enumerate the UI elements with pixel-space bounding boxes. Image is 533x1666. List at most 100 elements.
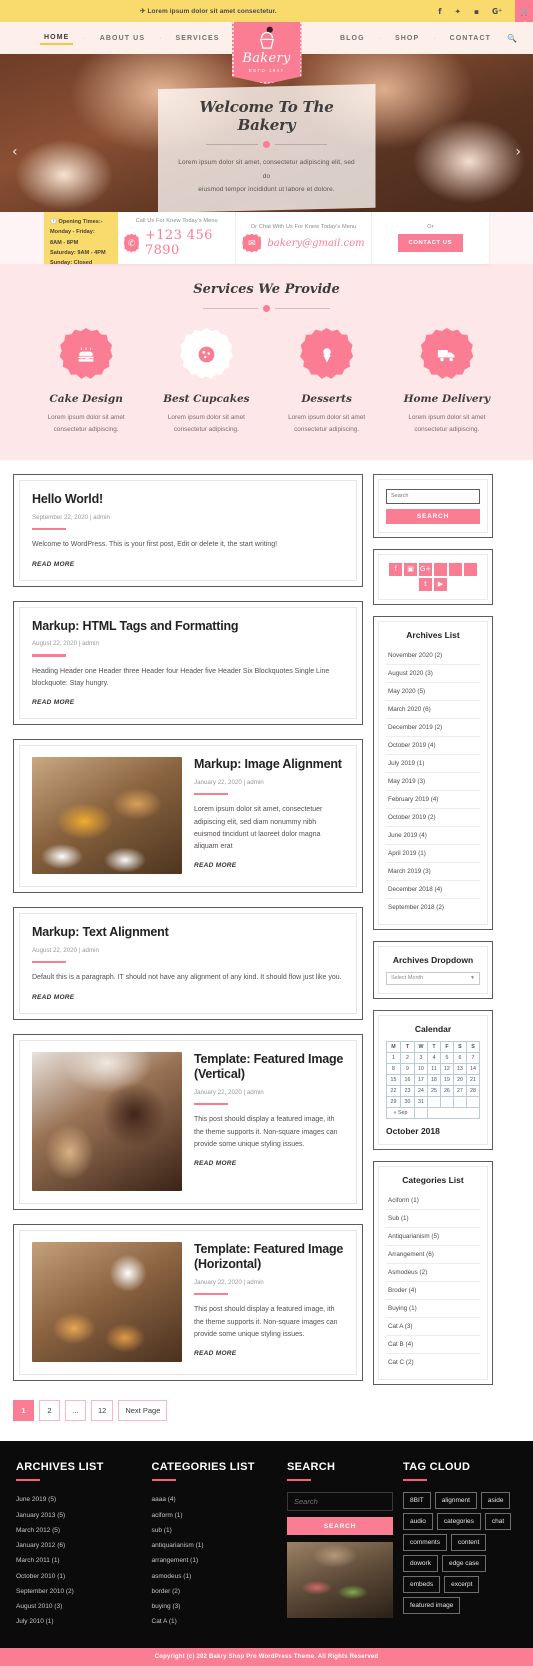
tumblr-icon[interactable]: t — [419, 577, 432, 591]
service-card-best-cupcakes[interactable]: Best Cupcakes Lorem ipsum dolor sit amet… — [146, 328, 266, 436]
youtube-icon[interactable]: ▪ — [474, 7, 479, 16]
post-title[interactable]: Template: Featured Image (Vertical) — [194, 1052, 344, 1083]
tag-item[interactable]: edge case — [441, 1555, 486, 1573]
calendar-day[interactable]: 29 — [386, 1095, 401, 1108]
site-logo[interactable]: Bakery ESTD 1947 — [231, 22, 302, 84]
tag-item[interactable]: chat — [484, 1513, 512, 1531]
calendar-day[interactable]: 8 — [386, 1062, 401, 1075]
calendar-day[interactable]: 9 — [399, 1062, 415, 1075]
read-more-link[interactable]: READ MORE — [194, 862, 344, 869]
search-icon[interactable]: 🔍 — [507, 34, 517, 43]
calendar-day[interactable]: 11 — [426, 1062, 441, 1075]
instagram-icon[interactable]: ▣ — [404, 562, 417, 576]
calendar-day[interactable]: 30 — [399, 1095, 415, 1108]
calendar-day[interactable]: 16 — [399, 1073, 415, 1086]
list-item[interactable]: May 2019 (3) — [386, 773, 480, 791]
tag-item[interactable]: aside — [480, 1492, 511, 1510]
list-item[interactable]: April 2019 (1) — [386, 845, 480, 863]
next-page-button[interactable]: Next Page — [118, 1399, 168, 1421]
footer-list-item[interactable]: July 2010 (1) — [16, 1614, 142, 1629]
calendar-day[interactable]: 13 — [452, 1062, 467, 1075]
footer-list-item[interactable]: March 2012 (5) — [16, 1523, 142, 1538]
footer-search-button[interactable]: SEARCH — [287, 1517, 393, 1536]
tag-item[interactable]: alignment — [434, 1492, 477, 1510]
nav-item-contact[interactable]: CONTACT — [446, 33, 495, 44]
youtube-icon[interactable]: ▶ — [434, 577, 447, 591]
contact-us-button[interactable]: CONTACT US — [397, 234, 464, 252]
list-item[interactable]: October 2019 (2) — [386, 809, 480, 827]
list-item[interactable]: March 2019 (3) — [386, 863, 480, 881]
blank-icon-3[interactable] — [464, 562, 477, 576]
list-item[interactable]: Cat A (3) — [386, 1318, 480, 1336]
footer-list-item[interactable]: buying (3) — [152, 1599, 278, 1614]
facebook-icon[interactable]: f — [438, 7, 441, 16]
calendar-day[interactable]: 28 — [465, 1084, 481, 1097]
footer-list-item[interactable]: antiquarianism (1) — [152, 1538, 278, 1553]
calendar-day[interactable]: 10 — [413, 1062, 428, 1075]
footer-list-item[interactable]: March 2011 (1) — [16, 1553, 142, 1568]
read-more-link[interactable]: READ MORE — [32, 699, 344, 706]
service-card-cake-design[interactable]: Cake Design Lorem ipsum dolor sit amet c… — [26, 328, 146, 436]
calendar-day[interactable]: 22 — [386, 1084, 401, 1097]
list-item[interactable]: Sub (1) — [386, 1210, 480, 1228]
footer-list-item[interactable]: arrangement (1) — [152, 1553, 278, 1568]
nav-item-blog[interactable]: BLOG — [336, 33, 369, 44]
list-item[interactable]: June 2019 (4) — [386, 827, 480, 845]
nav-item-about-us[interactable]: ABOUT US — [96, 33, 149, 44]
post-title[interactable]: Hello World! — [32, 492, 344, 508]
list-item[interactable]: October 2019 (4) — [386, 737, 480, 755]
tag-item[interactable]: comments — [403, 1534, 447, 1552]
post-thumbnail[interactable] — [32, 757, 182, 875]
tag-item[interactable]: excerpt — [444, 1576, 480, 1594]
post-thumbnail[interactable] — [32, 1241, 182, 1362]
calendar-day[interactable]: 26 — [439, 1084, 454, 1097]
post-title[interactable]: Markup: Text Alignment — [32, 925, 344, 941]
slider-prev-button[interactable]: ‹ — [12, 144, 18, 160]
read-more-link[interactable]: READ MORE — [32, 561, 344, 568]
google-plus-icon[interactable]: G⁺ — [492, 7, 502, 16]
calendar-day[interactable]: 31 — [413, 1095, 428, 1108]
footer-list-item[interactable]: October 2010 (1) — [16, 1569, 142, 1584]
list-item[interactable]: September 2018 (2) — [386, 899, 480, 916]
list-item[interactable]: Asmodeus (2) — [386, 1264, 480, 1282]
nav-item-home[interactable]: HOME — [40, 32, 74, 45]
calendar-day[interactable]: 15 — [386, 1073, 401, 1086]
calendar-day[interactable]: 24 — [413, 1084, 428, 1097]
calendar-day[interactable]: 18 — [426, 1073, 441, 1086]
tag-item[interactable]: dowork — [403, 1555, 438, 1573]
list-item[interactable]: May 2020 (5) — [386, 683, 480, 701]
read-more-link[interactable]: READ MORE — [32, 994, 344, 1001]
post-title[interactable]: Template: Featured Image (Horizontal) — [194, 1242, 344, 1273]
list-item[interactable]: December 2019 (2) — [386, 719, 480, 737]
calendar-day[interactable]: 19 — [439, 1073, 454, 1086]
search-button[interactable]: SEARCH — [386, 508, 480, 524]
list-item[interactable]: March 2020 (6) — [386, 701, 480, 719]
post-title[interactable]: Markup: HTML Tags and Formatting — [32, 619, 344, 635]
footer-list-item[interactable]: January 2012 (6) — [16, 1538, 142, 1553]
tag-item[interactable]: embeds — [403, 1576, 441, 1594]
page-button-1[interactable]: 1 — [13, 1399, 34, 1421]
calendar-prev-link[interactable]: « Sep — [386, 1106, 415, 1119]
read-more-link[interactable]: READ MORE — [194, 1160, 344, 1167]
list-item[interactable]: Cat B (4) — [386, 1336, 480, 1354]
calendar-day[interactable]: 2 — [399, 1051, 415, 1064]
calendar-day[interactable]: 21 — [465, 1073, 481, 1086]
footer-list-item[interactable]: aciform (1) — [152, 1508, 278, 1523]
phone-number[interactable]: +123 456 7890 — [145, 228, 229, 258]
calendar-day[interactable]: 5 — [439, 1051, 454, 1064]
footer-list-item[interactable]: Cat A (1) — [152, 1614, 278, 1629]
list-item[interactable]: Cat C (2) — [386, 1354, 480, 1371]
footer-list-item[interactable]: June 2019 (5) — [16, 1492, 142, 1507]
read-more-link[interactable]: READ MORE — [194, 1350, 344, 1357]
list-item[interactable]: Buying (1) — [386, 1300, 480, 1318]
list-item[interactable]: Aciform (1) — [386, 1192, 480, 1210]
calendar-day[interactable]: 6 — [452, 1051, 467, 1064]
footer-list-item[interactable]: sub (1) — [152, 1523, 278, 1538]
tag-item[interactable]: audio — [403, 1513, 433, 1531]
calendar-day[interactable]: 25 — [426, 1084, 441, 1097]
tag-item[interactable]: featured image — [403, 1597, 461, 1615]
nav-item-services[interactable]: SERVICES — [171, 33, 223, 44]
footer-list-item[interactable]: border (2) — [152, 1584, 278, 1599]
email-address[interactable]: bakery@gmail.com — [267, 238, 364, 249]
blank-icon-2[interactable] — [449, 562, 462, 576]
